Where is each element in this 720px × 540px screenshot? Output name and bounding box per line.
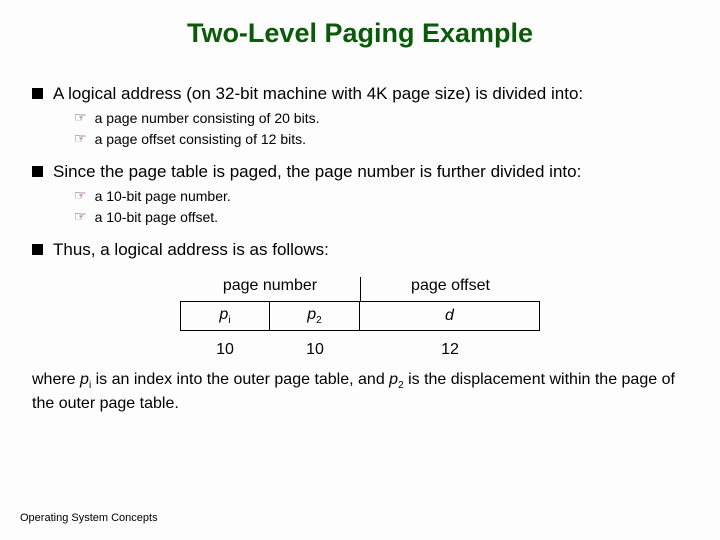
diagram-bits-c: 12 [360, 341, 540, 359]
bullet-1b-text: a page offset consisting of 12 bits. [95, 130, 306, 149]
diagram-bits-b: 10 [270, 341, 360, 359]
bullet-1b: ☞ a page offset consisting of 12 bits. [74, 130, 692, 149]
bullet-2b: ☞ a 10-bit page offset. [74, 208, 692, 227]
bullet-1a-text: a page number consisting of 20 bits. [95, 109, 320, 128]
bullet-2-text: Since the page table is paged, the page … [53, 161, 581, 183]
diagram-cell-p2: p2 [270, 301, 360, 331]
slide-title: Two-Level Paging Example [28, 18, 692, 49]
diagram-cell-d: d [360, 301, 540, 331]
bullet-2a-text: a 10-bit page number. [95, 187, 231, 206]
hand-bullet-icon: ☞ [74, 131, 87, 145]
hand-bullet-icon: ☞ [74, 188, 87, 202]
bullet-3-text: Thus, a logical address is as follows: [53, 239, 329, 261]
square-bullet-icon [32, 244, 43, 255]
bullet-3: Thus, a logical address is as follows: [32, 239, 692, 261]
diagram-bits-a: 10 [180, 341, 270, 359]
diagram-header-pageoffset: page offset [360, 277, 540, 301]
closing-text: where pi is an index into the outer page… [32, 369, 692, 414]
square-bullet-icon [32, 166, 43, 177]
bullet-2b-text: a 10-bit page offset. [95, 208, 219, 227]
hand-bullet-icon: ☞ [74, 209, 87, 223]
bullet-1a: ☞ a page number consisting of 20 bits. [74, 109, 692, 128]
bullet-2: Since the page table is paged, the page … [32, 161, 692, 183]
bullet-2a: ☞ a 10-bit page number. [74, 187, 692, 206]
diagram-header-pagenumber: page number [180, 277, 360, 301]
hand-bullet-icon: ☞ [74, 110, 87, 124]
address-diagram: page number page offset pi p2 d 10 10 12 [180, 277, 540, 359]
diagram-cell-p1: pi [180, 301, 270, 331]
bullet-1: A logical address (on 32-bit machine wit… [32, 83, 692, 105]
footer-text: Operating System Concepts [20, 512, 158, 524]
bullet-1-text: A logical address (on 32-bit machine wit… [53, 83, 583, 105]
square-bullet-icon [32, 88, 43, 99]
